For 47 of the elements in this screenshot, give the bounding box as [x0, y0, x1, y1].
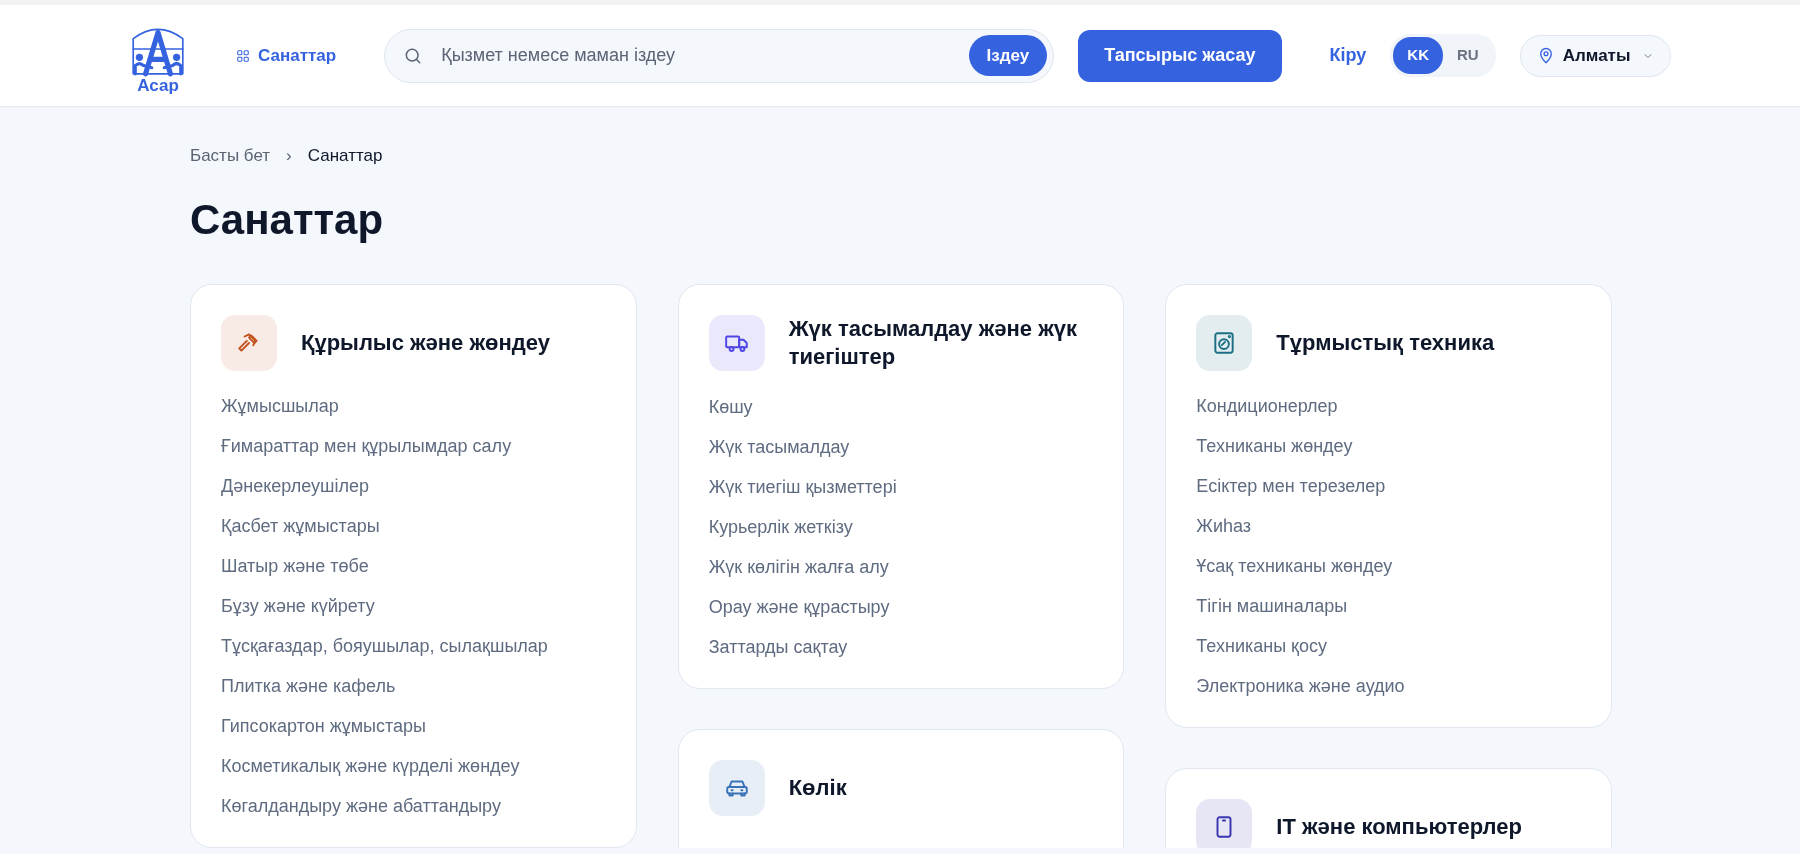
- subcategory-link[interactable]: Жиһаз: [1196, 514, 1581, 537]
- subcategory-link[interactable]: Көшу: [708, 396, 1094, 419]
- subcategory-link[interactable]: Ұсақ техниканы жөндеу: [1196, 554, 1581, 577]
- city-selector[interactable]: Алматы: [1519, 34, 1672, 77]
- subcategory-link[interactable]: Техниканы жөндеу: [1196, 434, 1581, 457]
- search-field[interactable]: Қызмет немесе маман іздеу Іздеу: [384, 28, 1055, 83]
- subcategory-link[interactable]: Дәнекерлеушілер: [221, 474, 606, 497]
- subcategory-link[interactable]: Гипсокартон жұмыстары: [221, 714, 606, 737]
- grid-icon: [236, 48, 250, 63]
- subcategory-link[interactable]: Ғимараттар мен құрылымдар салу: [221, 434, 606, 457]
- category-title[interactable]: Құрылыс және жөндеу: [301, 328, 550, 358]
- subcategory-link[interactable]: Тігін машиналары: [1196, 594, 1581, 617]
- subcategory-link[interactable]: Тұсқағаздар, бояушылар, сылақшылар: [221, 634, 606, 657]
- logo-text: Асар: [137, 77, 179, 94]
- subcategory-link[interactable]: Орау және құрастыру: [708, 596, 1094, 619]
- category-title[interactable]: Жүк тасымалдау және жүк тиегіштер: [788, 314, 1094, 373]
- subcategory-link[interactable]: Бұзу және күйрету: [221, 594, 606, 617]
- subcategory-link[interactable]: Қасбет жұмыстары: [221, 514, 606, 537]
- subcategory-link[interactable]: Курьерлік жеткізу: [708, 516, 1094, 539]
- category-title[interactable]: Тұрмыстық техника: [1276, 328, 1495, 358]
- page-title: Санаттар: [190, 194, 385, 245]
- subcategory-link[interactable]: Есіктер мен терезелер: [1196, 474, 1581, 497]
- subcategory-link[interactable]: Техниканы қосу: [1196, 634, 1581, 657]
- order-button[interactable]: Тапсырыс жасау: [1078, 29, 1282, 82]
- breadcrumb-current: Санаттар: [307, 145, 383, 167]
- language-option[interactable]: RU: [1443, 37, 1493, 74]
- subcategory-link[interactable]: Көгалдандыру және абаттандыру: [221, 794, 606, 817]
- breadcrumb-link[interactable]: Басты бет: [190, 143, 271, 169]
- search-button[interactable]: Іздеу: [968, 34, 1048, 77]
- subcategory-link[interactable]: Электроника және аудио: [1196, 674, 1581, 697]
- subcategory-link[interactable]: Кондиционерлер: [1196, 394, 1581, 417]
- categories-link[interactable]: Санаттар: [236, 42, 337, 69]
- subcategory-link[interactable]: Жүк тиегіш қызметтері: [708, 476, 1094, 499]
- subcategory-link[interactable]: Жұмысшылар: [221, 394, 606, 417]
- subcategory-link[interactable]: Заттарды сақтау: [708, 636, 1094, 659]
- logo[interactable]: Асар: [128, 17, 188, 94]
- breadcrumb-separator: ›: [286, 145, 292, 167]
- language-option[interactable]: KK: [1393, 37, 1444, 74]
- login-link[interactable]: Кіру: [1329, 42, 1367, 69]
- subcategory-link[interactable]: Шатыр және төбе: [221, 554, 606, 577]
- category-title[interactable]: IT және компьютерлер: [1276, 812, 1522, 842]
- categories-label: Санаттар: [258, 44, 337, 67]
- category-title[interactable]: Көлік: [788, 773, 847, 803]
- subcategory-link[interactable]: Косметикалық және күрделі жөндеу: [221, 754, 606, 777]
- subcategory-link[interactable]: Жүк көлігін жалға алу: [708, 556, 1094, 579]
- subcategory-link[interactable]: Жүк тасымалдау: [708, 436, 1094, 459]
- subcategory-link[interactable]: Плитка және кафель: [221, 674, 606, 697]
